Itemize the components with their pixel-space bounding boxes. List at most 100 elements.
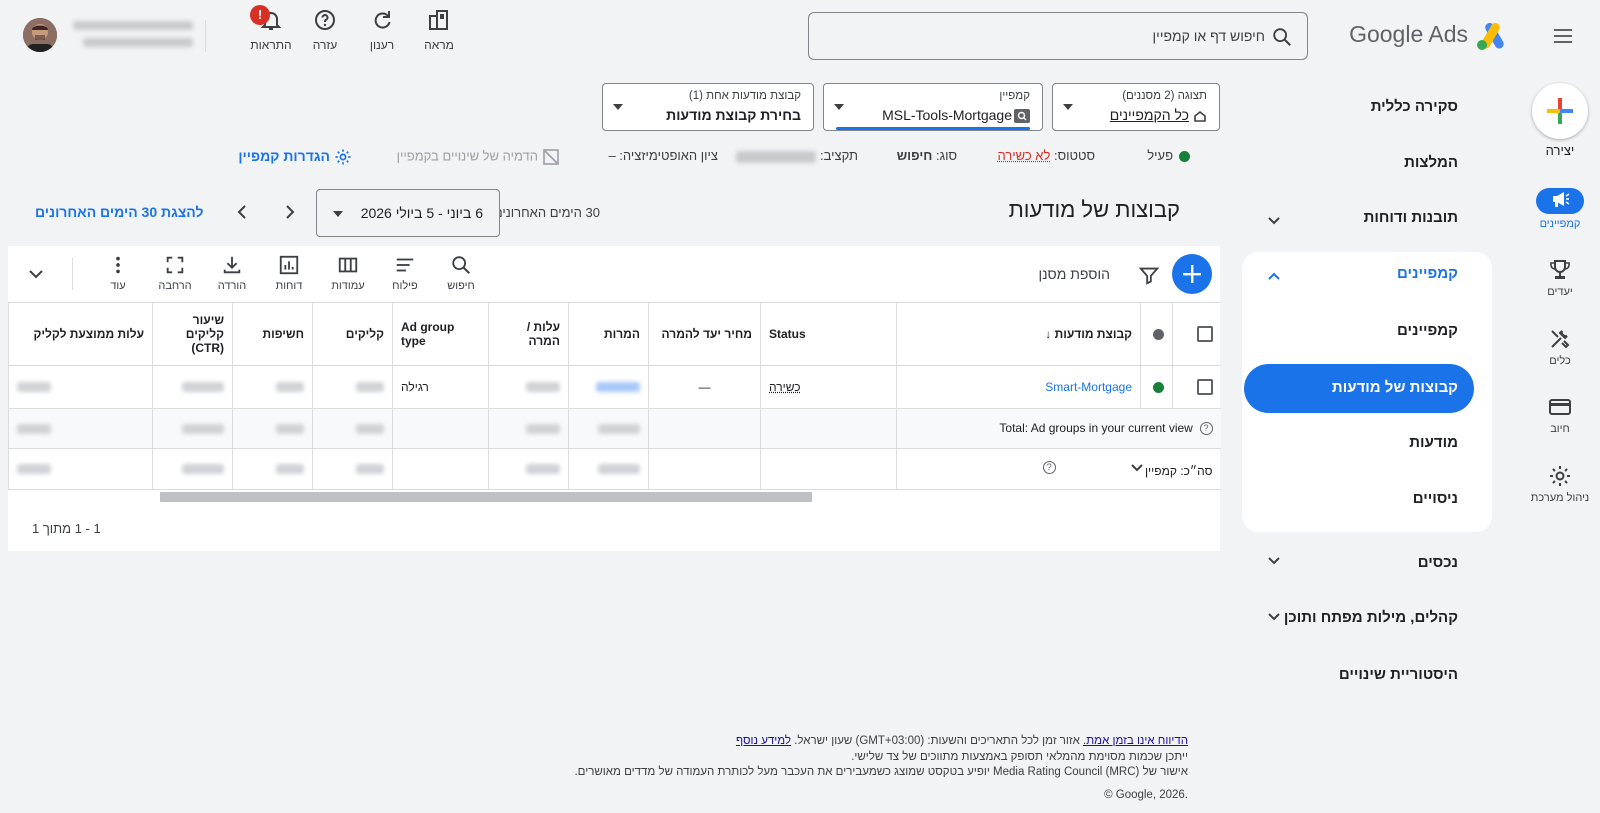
- total-clicks-cell: [312, 408, 393, 449]
- nav-item-insights[interactable]: תובנות ודוחות: [1364, 209, 1458, 226]
- columns-button[interactable]: עמודות: [322, 254, 374, 292]
- table-search-button[interactable]: חיפוש: [435, 254, 487, 292]
- ctr-cell: [152, 365, 233, 409]
- account-info-redacted[interactable]: [66, 17, 193, 51]
- nav-item-assets[interactable]: נכסים: [1418, 554, 1458, 571]
- nav-item-change-history[interactable]: היסטוריית שינויים: [1339, 666, 1458, 683]
- enabled-dot-icon[interactable]: [1153, 381, 1164, 393]
- col-header-adgroup-type[interactable]: Ad group type: [392, 303, 489, 366]
- col-header-status[interactable]: Status: [760, 303, 897, 366]
- table-row[interactable]: Smart-Mortgage כשירה — רגילה: [8, 365, 1221, 409]
- nav-item-audiences[interactable]: קהלים, מילות מפתח ותוכן: [1284, 609, 1458, 626]
- select-all-checkbox[interactable]: [1196, 325, 1213, 342]
- row-checkbox-cell[interactable]: [1172, 365, 1221, 409]
- search-icon: [1271, 26, 1293, 48]
- reports-label: דוחות: [275, 280, 303, 292]
- row-checkbox[interactable]: [1196, 378, 1213, 395]
- nav-subitem-adgroups-label[interactable]: קבוצות של מודעות: [1332, 379, 1458, 396]
- conversions-cell: [568, 365, 649, 409]
- nav-item-recommendations[interactable]: המלצות: [1404, 154, 1458, 171]
- status-label: סטטוס:: [1053, 148, 1095, 163]
- col-header-adgroup[interactable]: קבוצת מודעות ↓: [896, 303, 1141, 366]
- footer-line-3: אישור של Media Rating Council (MRC) יופי…: [574, 766, 1188, 778]
- rail-item-campaigns[interactable]: קמפיינים: [1520, 188, 1600, 230]
- campaign-total-help-icon[interactable]: ?: [1042, 461, 1056, 474]
- nav-subitem-campaigns[interactable]: קמפיינים: [1397, 322, 1458, 339]
- notifications-button[interactable]: ! התראות: [241, 5, 301, 52]
- adgroup-filter-label: קבוצת מודעות אחת (1): [688, 90, 801, 102]
- add-adgroup-button[interactable]: [1172, 254, 1212, 294]
- rail-item-goals[interactable]: יעדים: [1520, 258, 1600, 298]
- rail-item-tools[interactable]: כלים: [1520, 327, 1600, 367]
- avatar[interactable]: [23, 18, 57, 52]
- search-input[interactable]: חיפוש דף או קמפיין: [808, 12, 1308, 60]
- main-menu-icon[interactable]: [1552, 26, 1574, 46]
- adgroup-name-link[interactable]: Smart-Mortgage: [1045, 380, 1132, 394]
- adgroup-filter-dropdown[interactable]: קבוצת מודעות אחת (1) בחירת קבוצת מודעות: [602, 83, 814, 131]
- footer-line-2: ייתכן שכמות מסוימת מהמלאי תסופק באמצעות …: [851, 750, 1188, 763]
- chevron-up-icon[interactable]: [1266, 268, 1282, 284]
- nav-subitem-experiments[interactable]: ניסויים: [1413, 490, 1458, 507]
- nav-item-campaigns[interactable]: קמפיינים: [1397, 265, 1458, 282]
- col-header-impressions[interactable]: חשיפות: [232, 303, 313, 366]
- nav-subitem-ads[interactable]: מודעות: [1409, 434, 1458, 451]
- sort-arrow-icon[interactable]: ↓: [1045, 327, 1051, 341]
- horizontal-scrollbar[interactable]: [160, 492, 812, 502]
- opt-value: –: [608, 148, 616, 163]
- campaign-filter-dropdown[interactable]: קמפיין MSL-Tools-Mortgage: [823, 83, 1043, 131]
- show-last-30-days-link[interactable]: להצגת 30 הימים האחרונים: [35, 204, 203, 220]
- filter-icon[interactable]: [1138, 264, 1160, 286]
- expand-button[interactable]: הרחבה: [149, 254, 201, 292]
- refresh-button[interactable]: רענון: [352, 8, 412, 52]
- col-header-ctr[interactable]: שיעור קליקים (CTR): [152, 303, 233, 366]
- row-status-dot-cell: [1140, 365, 1173, 409]
- avg-cpc-cell: [8, 365, 153, 409]
- more-button[interactable]: עוד: [92, 254, 144, 292]
- col-header-target-cpa[interactable]: מחיר יעד להמרה: [648, 303, 761, 366]
- status-value[interactable]: כשירה: [769, 380, 801, 394]
- type-value: חיפוש: [896, 148, 933, 163]
- segment-button[interactable]: פילוח: [379, 254, 431, 292]
- chevron-down-icon[interactable]: [1266, 553, 1282, 569]
- eligibility-status[interactable]: סטטוס: לא כשירה: [997, 148, 1095, 163]
- not-realtime-link[interactable]: הדיווח אינו בזמן אמת.: [1083, 735, 1188, 747]
- chevron-right-icon[interactable]: [280, 202, 300, 222]
- pagination-text: 1 - 1 מתוך 1: [32, 521, 101, 536]
- chevron-down-icon[interactable]: [1266, 213, 1282, 229]
- reports-button[interactable]: דוחות: [263, 254, 315, 292]
- total-conversions-redacted: [598, 423, 640, 434]
- learn-more-link[interactable]: למידע נוסף: [736, 735, 791, 747]
- adgroup-header-label: קבוצת מודעות: [1054, 326, 1132, 341]
- chevron-down-icon[interactable]: [26, 264, 46, 284]
- rail-item-admin[interactable]: ניהול מערכת: [1520, 464, 1600, 504]
- notification-badge: !: [250, 5, 270, 25]
- create-button[interactable]: [1532, 83, 1588, 139]
- rail-item-billing[interactable]: חיוב: [1520, 395, 1600, 435]
- download-button[interactable]: הורדה: [206, 254, 258, 292]
- select-all-checkbox-cell[interactable]: [1172, 303, 1221, 366]
- view-filter-value: כל הקמפיינים: [1109, 107, 1189, 123]
- expand-chevron-icon[interactable]: [1129, 460, 1145, 476]
- nav-item-overview[interactable]: סקירה כללית: [1371, 98, 1458, 115]
- tools-icon: [1551, 330, 1570, 349]
- campaign-settings-button[interactable]: הגדרות קמפיין: [238, 148, 352, 166]
- camp-target-cpa-cell: [648, 448, 761, 490]
- add-filter-button[interactable]: הוספת מסנן: [1038, 266, 1110, 282]
- col-header-avg-cpc[interactable]: עלות ממוצעת לקליק: [8, 303, 153, 366]
- col-header-conversions[interactable]: המרות: [568, 303, 649, 366]
- chevron-left-icon[interactable]: [232, 202, 252, 222]
- date-range-picker[interactable]: 6 ביוני - 5 ביולי 2026: [316, 189, 500, 237]
- avg-cpc-redacted: [17, 382, 51, 393]
- campaign-type: סוג: חיפוש: [897, 148, 957, 163]
- view-button[interactable]: מראה: [409, 8, 469, 52]
- rail-admin-label: ניהול מערכת: [1530, 492, 1590, 504]
- col-header-cost-conv[interactable]: עלות / המרה: [488, 303, 569, 366]
- total-help-icon[interactable]: ?: [1199, 422, 1213, 436]
- help-label: עזרה: [312, 38, 338, 52]
- simulate-changes-button[interactable]: הדמיה של שינויים בקמפיין: [397, 148, 560, 166]
- view-filter-dropdown[interactable]: תצוגה (2 מסננים) כל הקמפיינים: [1052, 83, 1220, 131]
- help-button[interactable]: עזרה: [295, 8, 355, 52]
- chevron-down-icon[interactable]: [1266, 609, 1282, 625]
- col-header-clicks[interactable]: קליקים: [312, 303, 393, 366]
- timezone-text: אזור זמן לכל התאריכים והשעות: (GMT+03:00…: [794, 735, 1080, 747]
